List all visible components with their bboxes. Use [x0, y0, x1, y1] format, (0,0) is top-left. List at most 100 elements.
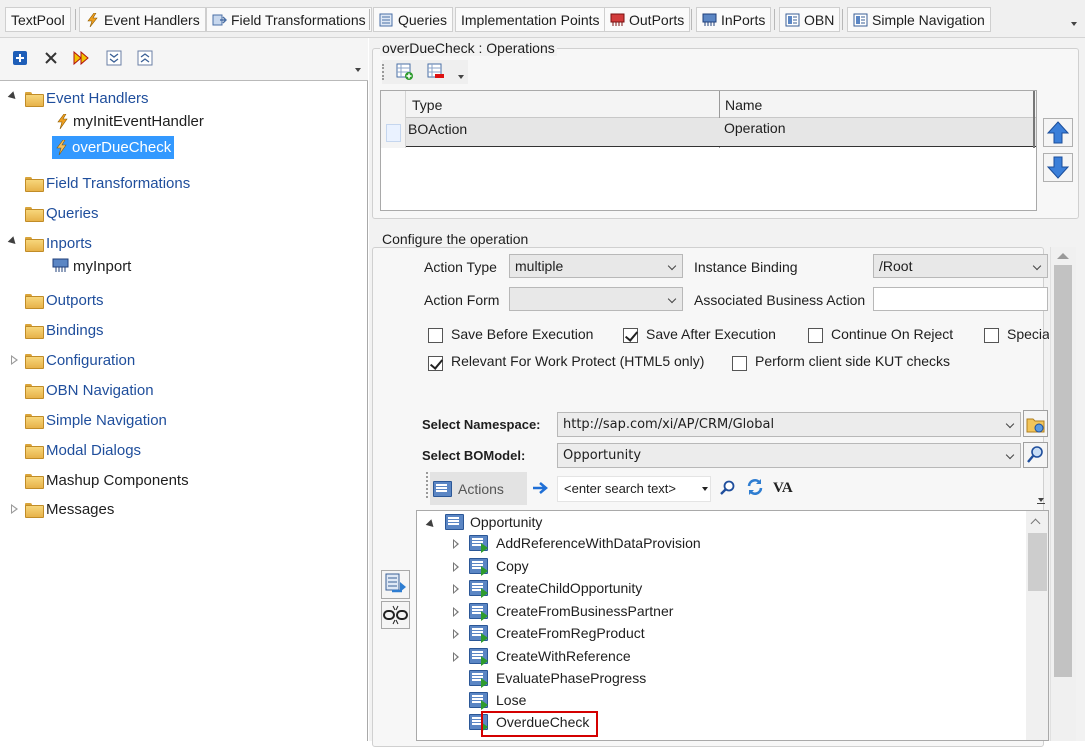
- scroll-up-icon[interactable]: [1030, 518, 1041, 529]
- tree-item-my-inport[interactable]: myInport: [52, 254, 131, 278]
- expanded-arrow-icon[interactable]: [425, 519, 437, 530]
- collapsed-arrow-icon[interactable]: [453, 584, 459, 594]
- tab-implementation-points[interactable]: Implementation Points: [455, 7, 606, 32]
- collapsed-arrow-icon[interactable]: [453, 629, 459, 639]
- tree-item-bindings[interactable]: Bindings: [25, 318, 104, 342]
- tree-item-configuration[interactable]: Configuration: [25, 348, 135, 372]
- configure-scrollbar[interactable]: [1050, 247, 1076, 741]
- tab-obn[interactable]: OBN: [779, 7, 841, 32]
- tree-item-event-handlers[interactable]: Event Handlers: [25, 86, 149, 110]
- collapsed-arrow-icon[interactable]: [453, 562, 459, 572]
- bo-action-item[interactable]: Copy: [469, 555, 529, 577]
- search-bomodel-button[interactable]: [1023, 442, 1048, 468]
- add-to-list-icon: [385, 573, 406, 593]
- configure-group-title: Configure the operation: [380, 231, 531, 247]
- arrow-right-icon[interactable]: [532, 481, 550, 495]
- toolbar-overflow-chevron-icon[interactable]: [1038, 498, 1044, 502]
- add-action-button[interactable]: [381, 570, 410, 599]
- save-after-execution-checkbox[interactable]: [623, 328, 638, 343]
- bo-action-item[interactable]: CreateFromRegProduct: [469, 622, 645, 644]
- action-play-icon: [481, 678, 488, 688]
- tree-item-modal-dialogs[interactable]: Modal Dialogs: [25, 438, 141, 462]
- refresh-icon[interactable]: [745, 477, 765, 497]
- tab-label: InPorts: [721, 11, 766, 28]
- expand-all-button[interactable]: [103, 47, 125, 69]
- cell-name[interactable]: Operation: [724, 120, 785, 136]
- bo-action-item[interactable]: EvaluatePhaseProgress: [469, 667, 646, 689]
- collapsed-arrow-icon[interactable]: [11, 355, 18, 365]
- bo-action-item[interactable]: CreateFromBusinessPartner: [469, 600, 673, 622]
- column-header-name[interactable]: Name: [725, 97, 762, 113]
- tree-item-queries[interactable]: Queries: [25, 201, 99, 225]
- search-dropdown-chevron-icon[interactable]: [702, 487, 708, 491]
- bo-action-item[interactable]: Lose: [469, 689, 526, 711]
- associated-business-action-input[interactable]: [873, 287, 1048, 311]
- tab-event-handlers[interactable]: Event Handlers: [79, 7, 206, 32]
- collapse-all-button[interactable]: [134, 47, 156, 69]
- scrollbar-thumb[interactable]: [1028, 533, 1047, 591]
- delete-button[interactable]: [40, 47, 62, 69]
- tab-textpool[interactable]: TextPool: [5, 7, 71, 32]
- grid-row[interactable]: BOAction Operation: [406, 118, 1036, 147]
- tree-item-over-due-check-selected[interactable]: overDueCheck: [52, 136, 175, 159]
- toolbar-overflow-chevron-icon[interactable]: [355, 68, 361, 72]
- tree-item-messages[interactable]: Messages: [25, 497, 114, 521]
- tab-label: Event Handlers: [104, 11, 200, 28]
- bo-tree-root[interactable]: Opportunity: [445, 511, 542, 533]
- expanded-arrow-icon[interactable]: [7, 236, 19, 247]
- unlink-button[interactable]: [381, 601, 410, 629]
- tree-item-inports[interactable]: Inports: [25, 231, 92, 255]
- tab-label: Field Transformations: [231, 11, 366, 28]
- cell-type[interactable]: BOAction: [408, 121, 467, 137]
- collapsed-arrow-icon[interactable]: [453, 539, 459, 549]
- tree-item-simple-navigation[interactable]: Simple Navigation: [25, 408, 167, 432]
- collapsed-arrow-icon[interactable]: [11, 504, 18, 514]
- tree-item-obn-navigation[interactable]: OBN Navigation: [25, 378, 154, 402]
- save-before-execution-checkbox[interactable]: [428, 328, 443, 343]
- tab-inports[interactable]: InPorts: [696, 7, 772, 32]
- add-button[interactable]: [9, 47, 31, 69]
- tree-item-field-transformations[interactable]: Field Transformations: [25, 171, 190, 195]
- move-down-button[interactable]: [1043, 153, 1073, 182]
- continue-on-reject-checkbox[interactable]: [808, 328, 823, 343]
- bo-tree-scrollbar[interactable]: [1026, 511, 1048, 740]
- bo-action-item[interactable]: CreateChildOpportunity: [469, 577, 642, 599]
- actions-toggle-button[interactable]: Actions: [430, 472, 527, 505]
- toolbar-overflow-chevron-icon[interactable]: [458, 75, 464, 79]
- tab-outports[interactable]: OutPorts: [604, 7, 691, 32]
- scroll-up-icon[interactable]: [1057, 253, 1069, 259]
- column-header-type[interactable]: Type: [412, 97, 442, 113]
- move-up-button[interactable]: [1043, 118, 1073, 147]
- tab-simple-navigation[interactable]: Simple Navigation: [847, 7, 991, 32]
- tree-item-my-init-event-handler[interactable]: myInitEventHandler: [56, 109, 204, 133]
- bomodel-dropdown[interactable]: Opportunity: [557, 443, 1021, 468]
- va-button[interactable]: VA: [773, 480, 793, 497]
- tab-overflow-chevron-icon[interactable]: [1071, 22, 1077, 26]
- perform-kut-checks-checkbox[interactable]: [732, 356, 747, 371]
- relevant-for-work-protect-checkbox[interactable]: [428, 356, 443, 371]
- add-row-icon[interactable]: [396, 63, 414, 81]
- namespace-dropdown[interactable]: http://sap.com/xi/AP/CRM/Global: [557, 412, 1021, 437]
- delete-row-icon[interactable]: [427, 63, 445, 81]
- collapsed-arrow-icon[interactable]: [453, 607, 459, 617]
- browse-namespace-button[interactable]: [1023, 410, 1048, 437]
- tree-item-outports[interactable]: Outports: [25, 288, 104, 312]
- tab-queries[interactable]: Queries: [373, 7, 454, 32]
- folder-icon: [25, 502, 44, 518]
- tree-item-mashup-components[interactable]: Mashup Components: [25, 468, 189, 492]
- collapsed-arrow-icon[interactable]: [453, 652, 459, 662]
- instance-binding-dropdown[interactable]: /Root: [873, 254, 1048, 278]
- tab-field-transformations[interactable]: Field Transformations: [206, 7, 372, 32]
- run-button[interactable]: [71, 47, 93, 69]
- bo-action-item[interactable]: AddReferenceWithDataProvision: [469, 532, 701, 554]
- action-form-dropdown[interactable]: [509, 287, 683, 311]
- special-checkbox[interactable]: [984, 328, 999, 343]
- expanded-arrow-icon[interactable]: [7, 91, 19, 102]
- search-icon[interactable]: [719, 479, 737, 497]
- action-type-dropdown[interactable]: multiple: [509, 254, 683, 278]
- folder-icon: [25, 413, 44, 429]
- scrollbar-thumb[interactable]: [1054, 265, 1072, 677]
- bo-action-item[interactable]: CreateWithReference: [469, 645, 631, 667]
- action-search-input[interactable]: <enter search text>: [557, 476, 711, 502]
- row-selector[interactable]: [386, 124, 401, 142]
